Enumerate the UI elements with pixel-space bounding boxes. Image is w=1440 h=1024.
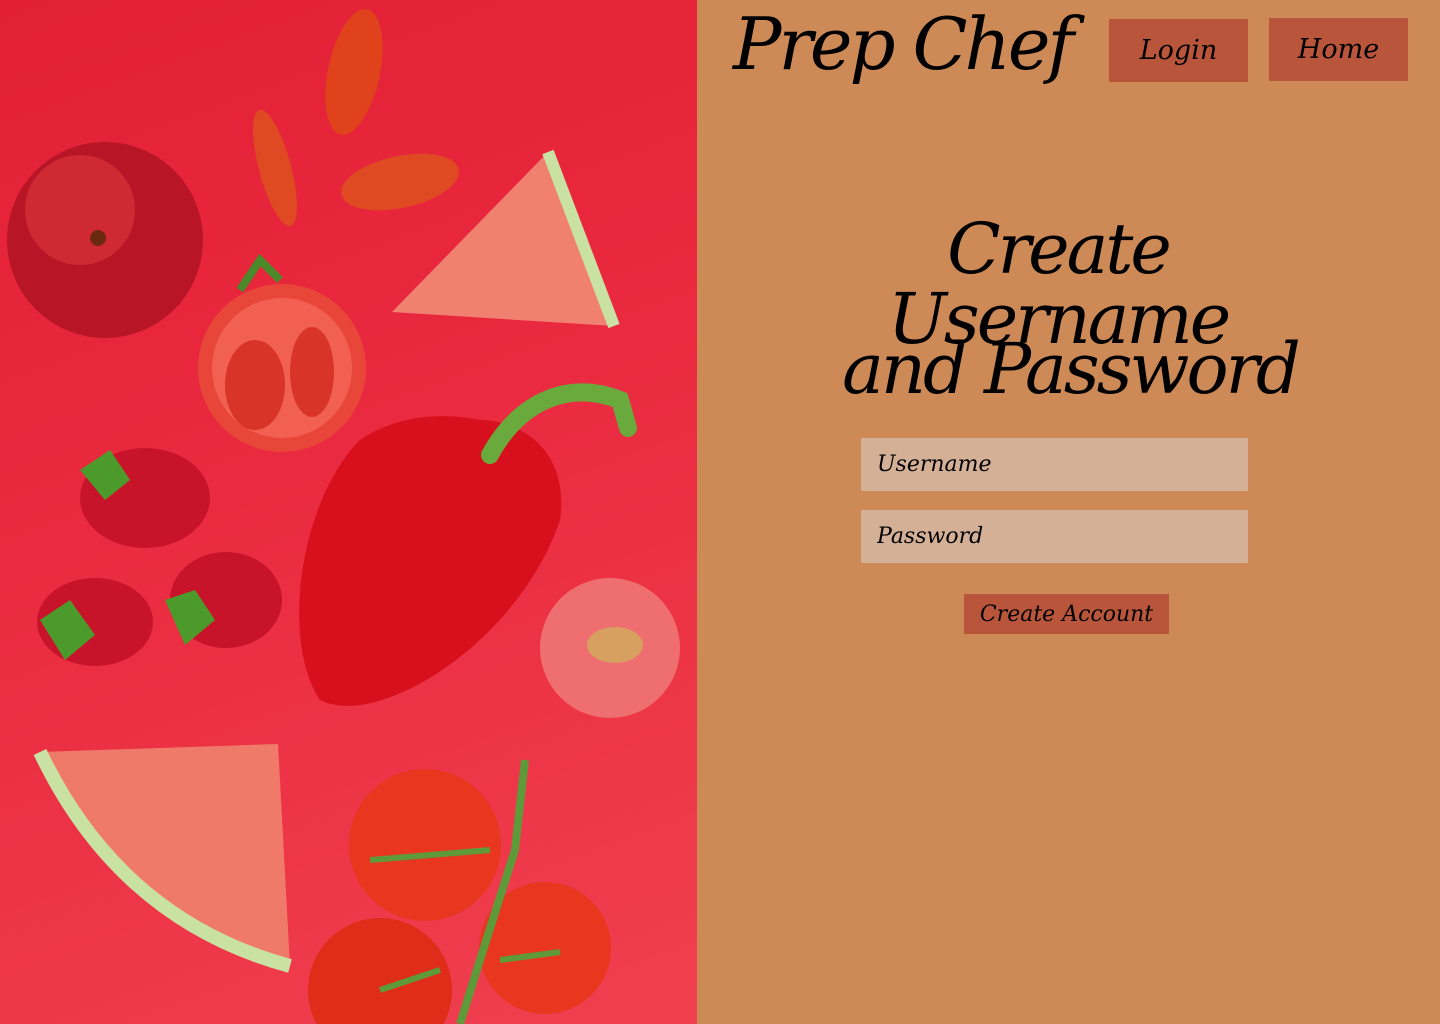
strawberries-image	[37, 448, 282, 666]
password-input[interactable]	[861, 510, 1248, 563]
username-input[interactable]	[861, 438, 1248, 491]
hero-photo	[0, 0, 697, 1024]
form-heading-line-2: and Password	[842, 328, 1301, 410]
tomato-half-image	[198, 253, 366, 452]
watermelon-wedge-large-image	[33, 744, 292, 973]
vine-tomatoes-image	[308, 759, 611, 1024]
login-button[interactable]: Login	[1109, 19, 1248, 82]
apple-image	[7, 142, 203, 338]
carrot-slices-image	[253, 9, 459, 227]
brand-logo[interactable]: Prep Chef	[733, 8, 1074, 80]
home-button[interactable]: Home	[1269, 18, 1408, 81]
plum-half-image	[540, 578, 680, 718]
create-account-button[interactable]: Create Account	[964, 594, 1169, 634]
